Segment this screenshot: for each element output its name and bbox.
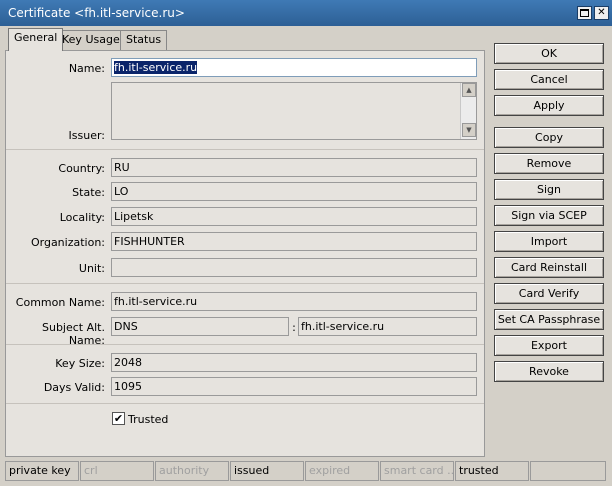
status-bar: private key crl authority issued expired…	[0, 459, 612, 486]
ok-button[interactable]: OK	[494, 43, 604, 64]
close-icon[interactable]: ✕	[594, 6, 609, 20]
country-field[interactable]: RU	[111, 158, 477, 177]
copy-button[interactable]: Copy	[494, 127, 604, 148]
san-value-field[interactable]: fh.itl-service.ru	[298, 317, 477, 336]
issuer-scrollbar[interactable]: ▲ ▼	[460, 83, 476, 139]
card-verify-button[interactable]: Card Verify	[494, 283, 604, 304]
remove-button[interactable]: Remove	[494, 153, 604, 174]
tab-status[interactable]: Status	[120, 30, 168, 50]
status-private-key: private key	[5, 461, 79, 481]
certificate-window: Certificate <fh.itl-service.ru> ✕ Genera…	[0, 0, 612, 486]
unit-label: Unit:	[78, 262, 105, 275]
status-issued: issued	[230, 461, 304, 481]
separator	[6, 344, 484, 345]
days-valid-field[interactable]: 1095	[111, 377, 477, 396]
status-smart-card: smart card ...	[380, 461, 454, 481]
cancel-button[interactable]: Cancel	[494, 69, 604, 90]
general-panel: Name: fh.itl-service.ru ▲ ▼ Issuer: Coun…	[5, 50, 485, 457]
name-label: Name:	[68, 62, 105, 75]
unit-field[interactable]	[111, 258, 477, 277]
trusted-label: Trusted	[128, 413, 169, 426]
scroll-down-icon[interactable]: ▼	[462, 123, 476, 137]
locality-field[interactable]: Lipetsk	[111, 207, 477, 226]
organization-field[interactable]: FISHHUNTER	[111, 232, 477, 251]
sign-via-scep-button[interactable]: Sign via SCEP	[494, 205, 604, 226]
organization-label: Organization:	[30, 236, 105, 249]
import-button[interactable]: Import	[494, 231, 604, 252]
common-name-field[interactable]: fh.itl-service.ru	[111, 292, 477, 311]
days-valid-label: Days Valid:	[43, 381, 105, 394]
common-name-label: Common Name:	[15, 296, 105, 309]
window-title: Certificate <fh.itl-service.ru>	[8, 6, 185, 20]
tab-key-usage[interactable]: Key Usage	[56, 30, 126, 50]
status-expired: expired	[305, 461, 379, 481]
san-type-field[interactable]: DNS	[111, 317, 289, 336]
export-button[interactable]: Export	[494, 335, 604, 356]
maximize-icon[interactable]	[577, 6, 592, 20]
tab-general[interactable]: General	[8, 28, 64, 51]
scroll-up-icon[interactable]: ▲	[462, 83, 476, 97]
name-input[interactable]: fh.itl-service.ru	[111, 58, 477, 77]
apply-button[interactable]: Apply	[494, 95, 604, 116]
locality-label: Locality:	[59, 211, 105, 224]
status-empty	[530, 461, 606, 481]
separator	[6, 149, 484, 150]
title-bar: Certificate <fh.itl-service.ru> ✕	[0, 0, 612, 26]
key-size-field[interactable]: 2048	[111, 353, 477, 372]
state-label: State:	[72, 186, 105, 199]
sign-button[interactable]: Sign	[494, 179, 604, 200]
issuer-label: Issuer:	[68, 129, 105, 142]
issuer-textarea[interactable]: ▲ ▼	[111, 82, 477, 140]
key-size-label: Key Size:	[55, 357, 105, 370]
san-colon: :	[292, 321, 296, 334]
trusted-checkbox[interactable]: ✔	[112, 412, 125, 425]
set-ca-passphrase-button[interactable]: Set CA Passphrase	[494, 309, 604, 330]
country-label: Country:	[58, 162, 105, 175]
status-authority: authority	[155, 461, 229, 481]
separator	[6, 403, 484, 404]
state-field[interactable]: LO	[111, 182, 477, 201]
status-trusted: trusted	[455, 461, 529, 481]
status-crl: crl	[80, 461, 154, 481]
revoke-button[interactable]: Revoke	[494, 361, 604, 382]
separator	[6, 283, 484, 284]
card-reinstall-button[interactable]: Card Reinstall	[494, 257, 604, 278]
